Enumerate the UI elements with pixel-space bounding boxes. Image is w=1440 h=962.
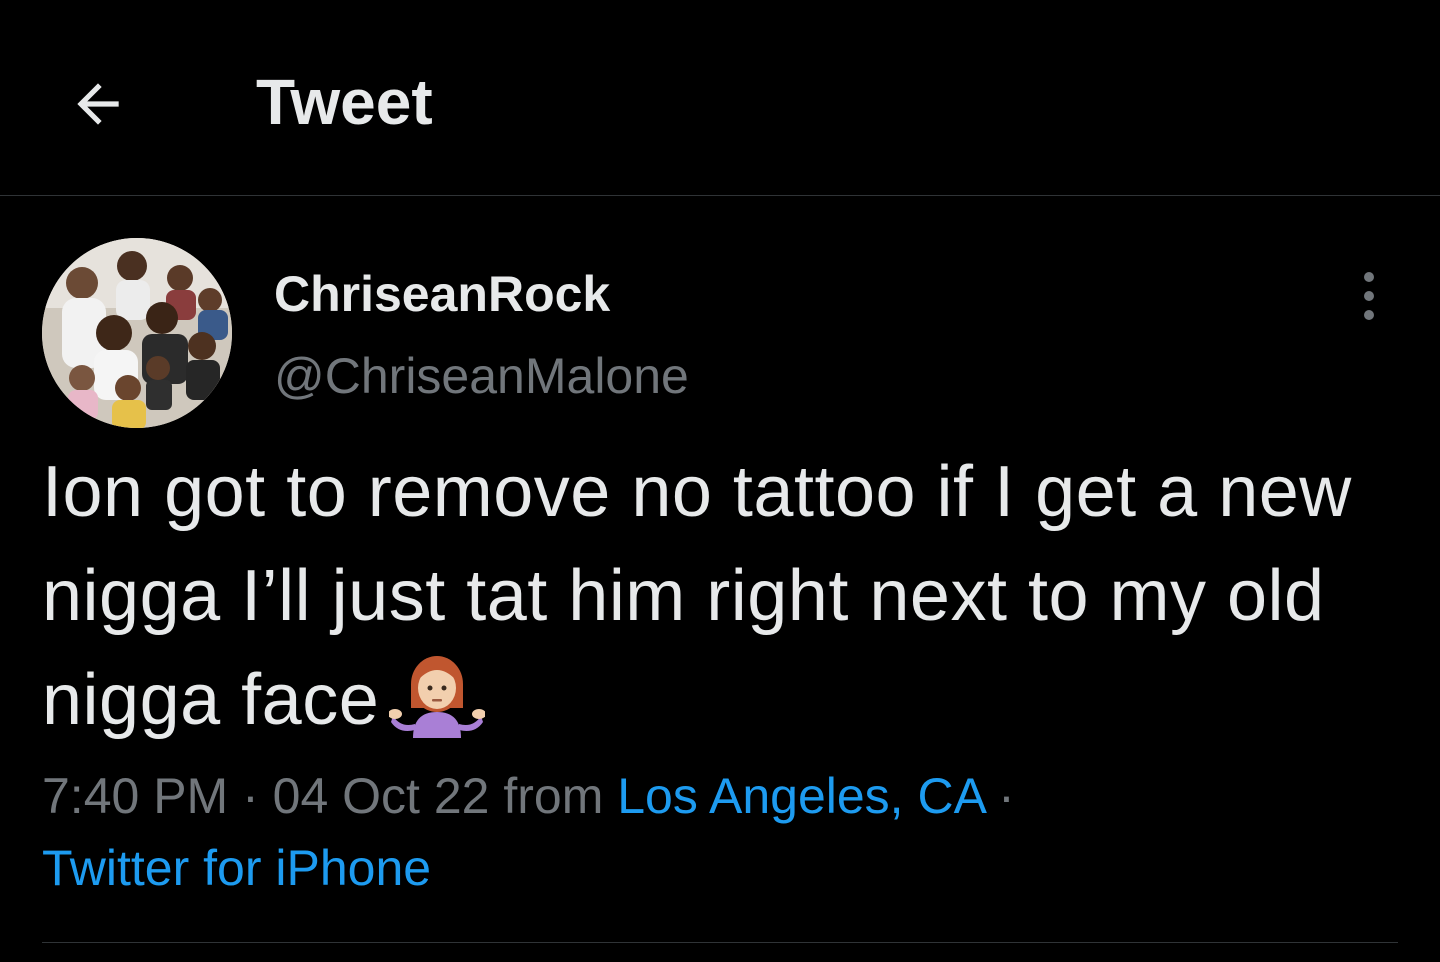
avatar[interactable] xyxy=(42,238,232,428)
tweet-header: Tweet xyxy=(0,0,1440,196)
more-options-button[interactable] xyxy=(1346,270,1392,322)
woman-shrugging-emoji xyxy=(388,654,487,766)
arrow-left-icon xyxy=(77,83,119,125)
tweet-text: Ion got to remove no tattoo if I get a n… xyxy=(42,440,1412,766)
tweet-time[interactable]: 7:40 PM xyxy=(42,768,228,824)
author-handle[interactable]: @ChriseanMalone xyxy=(274,344,689,408)
meta-separator-2: · xyxy=(984,768,1015,824)
page-title: Tweet xyxy=(256,66,433,138)
family-photo-avatar xyxy=(42,238,232,428)
more-vertical-icon-dot xyxy=(1364,291,1374,301)
more-vertical-icon-dot xyxy=(1364,310,1374,320)
divider xyxy=(42,942,1398,943)
source-link[interactable]: Twitter for iPhone xyxy=(42,840,431,896)
back-button[interactable] xyxy=(56,62,140,146)
meta-from: from xyxy=(489,768,618,824)
tweet-date[interactable]: 04 Oct 22 xyxy=(273,768,490,824)
meta-separator: · xyxy=(228,768,273,824)
more-vertical-icon xyxy=(1364,272,1374,282)
author-display-name[interactable]: ChriseanRock xyxy=(274,262,610,326)
tweet-text-content: Ion got to remove no tattoo if I get a n… xyxy=(42,452,1352,740)
location-link[interactable]: Los Angeles, CA xyxy=(617,768,984,824)
tweet-meta: 7:40 PM · 04 Oct 22 from Los Angeles, CA… xyxy=(42,760,1412,904)
